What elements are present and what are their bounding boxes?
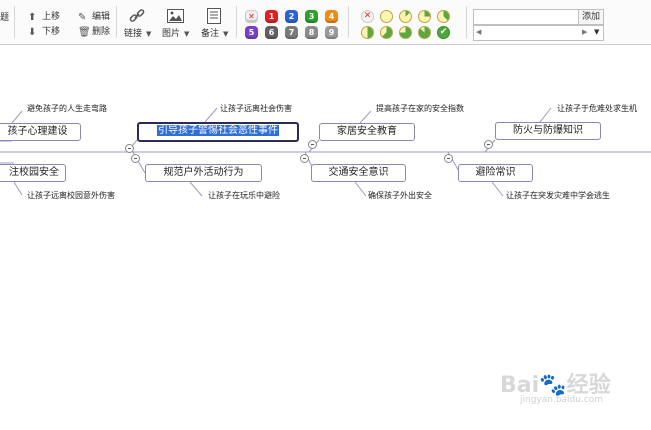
priority-2-button[interactable]: 2 <box>285 10 298 23</box>
selected-node-text[interactable]: 引导孩子警惕社会恶性事件 <box>157 125 279 136</box>
note-button[interactable]: 备注 <box>201 29 219 40</box>
template-input[interactable] <box>473 9 579 25</box>
image-button[interactable]: 图片 <box>162 29 180 40</box>
scroll-left-icon[interactable]: ◀ <box>476 28 481 36</box>
mindmap-node[interactable]: 避险常识 <box>458 164 533 182</box>
progress-level-button[interactable] <box>380 26 393 39</box>
toolbar-separator <box>236 6 237 38</box>
arrow-down-icon: ⬇ <box>28 27 37 38</box>
template-select[interactable]: ◀ ▶ ▼ <box>473 25 604 41</box>
collapse-toggle[interactable] <box>131 154 140 163</box>
priority-6-button[interactable]: 6 <box>265 26 278 39</box>
pencil-icon: ✎ <box>78 12 87 23</box>
mindmap-node[interactable]: 孩子心理建设 <box>0 123 81 141</box>
toolbar-separator <box>466 6 467 38</box>
note-text: 确保孩子外出安全 <box>368 191 432 200</box>
collapse-toggle[interactable] <box>125 144 134 153</box>
mindmap-canvas[interactable]: 避免孩子的人生走弯路 让孩子远离社会伤害 提高孩子在家的安全指数 让孩子于危难处… <box>0 45 651 430</box>
progress-level-button[interactable] <box>399 26 412 39</box>
progress-level-button[interactable] <box>418 26 431 39</box>
link-icon <box>129 9 145 22</box>
note-text: 让孩子远离校园意外伤害 <box>27 191 115 200</box>
scroll-right-icon[interactable]: ▶ <box>582 28 587 36</box>
progress-level-button[interactable] <box>399 10 412 23</box>
priority-7-button[interactable]: 7 <box>285 26 298 39</box>
chevron-down-icon[interactable]: ▼ <box>594 28 599 36</box>
arrow-up-icon: ⬆ <box>28 12 37 23</box>
priority-5-button[interactable]: 5 <box>245 26 258 39</box>
note-text: 让孩子在突发灾难中学会逃生 <box>506 191 610 200</box>
progress-level-button[interactable] <box>418 10 431 23</box>
note-text: 提高孩子在家的安全指数 <box>376 104 464 113</box>
mindmap-node[interactable]: 防火与防爆知识 <box>495 122 601 140</box>
chevron-down-icon: ▼ <box>146 30 152 38</box>
progress-done-button[interactable]: ✔ <box>437 26 450 39</box>
chevron-down-icon: ▼ <box>223 30 229 38</box>
toolbar: 题 ⬆ 上移 ⬇ 下移 ✎ 编辑 🗑 删除 链接 ▼ 图片 ▼ 备注 ▼ ✕ 1 2… <box>0 0 651 45</box>
collapse-toggle[interactable] <box>300 154 309 163</box>
trash-icon: 🗑 <box>78 27 91 38</box>
note-text: 让孩子于危难处求生机 <box>557 104 637 113</box>
edit-button[interactable]: 编辑 <box>92 12 110 23</box>
toolbar-separator <box>348 6 349 38</box>
template-add-button[interactable]: 添加 <box>578 9 604 25</box>
move-up-button[interactable]: 上移 <box>42 12 60 23</box>
mindmap-node[interactable]: 注校园安全 <box>0 164 66 182</box>
progress-level-button[interactable] <box>380 10 393 23</box>
move-down-button[interactable]: 下移 <box>42 27 60 38</box>
priority-3-button[interactable]: 3 <box>305 10 318 23</box>
priority-clear-button[interactable]: ✕ <box>245 10 258 23</box>
mindmap-node[interactable]: 规范户外活动行为 <box>145 164 262 182</box>
collapse-toggle[interactable] <box>484 140 493 149</box>
priority-8-button[interactable]: 8 <box>305 26 318 39</box>
mindmap-node[interactable]: 家居安全教育 <box>319 123 415 141</box>
toolbar-separator <box>116 6 117 38</box>
note-text: 避免孩子的人生走弯路 <box>27 104 107 113</box>
note-text: 让孩子在玩乐中避险 <box>208 191 280 200</box>
priority-9-button[interactable]: 9 <box>325 26 338 39</box>
image-icon <box>167 9 184 23</box>
note-icon <box>207 8 221 24</box>
collapse-toggle[interactable] <box>444 154 453 163</box>
mindmap-node-selected[interactable]: 引导孩子警惕社会恶性事件 <box>137 122 299 142</box>
toolbar-separator <box>14 6 15 38</box>
priority-1-button[interactable]: 1 <box>265 10 278 23</box>
link-button[interactable]: 链接 <box>124 29 142 40</box>
chevron-down-icon: ▼ <box>184 30 190 38</box>
delete-button[interactable]: 删除 <box>92 27 110 38</box>
collapse-toggle[interactable] <box>308 140 317 149</box>
mindmap-node[interactable]: 交通安全意识 <box>311 164 406 182</box>
priority-4-button[interactable]: 4 <box>325 10 338 23</box>
progress-level-button[interactable] <box>437 10 450 23</box>
progress-clear-button[interactable]: ✕ <box>361 10 374 23</box>
title-button-fragment[interactable]: 题 <box>0 13 9 24</box>
progress-level-button[interactable] <box>361 26 374 39</box>
note-text: 让孩子远离社会伤害 <box>220 104 292 113</box>
watermark-url: jingyan.baidu.com <box>520 395 604 405</box>
